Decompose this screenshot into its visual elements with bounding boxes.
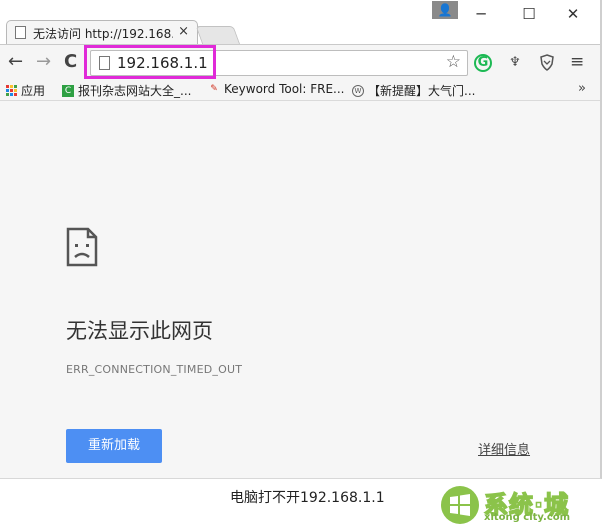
footer-caption-area: 电脑打不开192.168.1.1 系统·城 xitong city.com: [0, 479, 602, 531]
watermark-logo: 系统·城 xitong city.com: [440, 481, 600, 529]
caption-text: 电脑打不开192.168.1.1: [230, 490, 385, 506]
keyword-tool-icon: ✎: [210, 84, 218, 94]
bookmark-item[interactable]: W 【新提醒】大气门...: [352, 82, 475, 99]
tab-close-icon[interactable]: ×: [178, 24, 189, 39]
apps-grid-icon: [6, 85, 17, 96]
title-bar: 无法访问 http://192.168. × 👤 ─ ☐ ✕: [0, 0, 600, 45]
back-button[interactable]: ←: [8, 51, 23, 72]
watermark-url: xitong city.com: [484, 512, 571, 523]
error-code: ERR_CONNECTION_TIMED_OUT: [66, 363, 243, 376]
new-tab-button[interactable]: [195, 26, 241, 45]
maximize-button[interactable]: ☐: [514, 4, 544, 24]
wordpress-icon: W: [352, 84, 364, 97]
bookmark-label: Keyword Tool: FRE...: [224, 82, 345, 96]
bookmarks-bar: 应用 C 报刊杂志网站大全_... ✎ Keyword Tool: FRE...…: [0, 80, 600, 101]
bookmark-star-icon[interactable]: ☆: [446, 52, 461, 72]
bookmark-item[interactable]: C 报刊杂志网站大全_...: [62, 82, 191, 99]
menu-icon[interactable]: ≡: [570, 52, 584, 72]
details-link[interactable]: 详细信息: [478, 439, 530, 458]
extension-shield-icon[interactable]: [538, 54, 556, 72]
reload-icon[interactable]: C: [64, 51, 77, 72]
bookmark-apps[interactable]: 应用: [6, 82, 45, 99]
bookmark-item[interactable]: ✎ Keyword Tool: FRE...: [208, 82, 345, 96]
extension-feather-icon[interactable]: ♆: [506, 54, 524, 72]
close-button[interactable]: ✕: [558, 4, 588, 24]
extension-grammarly-icon[interactable]: G: [474, 54, 492, 72]
sad-page-icon: [66, 227, 98, 267]
watermark-windows-icon: [441, 486, 479, 524]
tab-title: 无法访问 http://192.168.: [33, 27, 173, 41]
page-icon: [15, 26, 26, 39]
error-page: 无法显示此网页 ERR_CONNECTION_TIMED_OUT 重新加载 详细…: [0, 101, 600, 478]
bookmarks-more-icon[interactable]: »: [578, 81, 586, 96]
forward-button[interactable]: →: [36, 51, 51, 72]
minimize-button[interactable]: ─: [466, 4, 496, 24]
bookmark-label: 应用: [21, 84, 46, 98]
error-title: 无法显示此网页: [66, 319, 213, 343]
bookmark-label: 【新提醒】大气门...: [368, 84, 476, 98]
reload-button[interactable]: 重新加载: [66, 429, 162, 463]
bookmark-label: 报刊杂志网站大全_...: [78, 84, 192, 98]
c-site-icon: C: [62, 84, 74, 97]
url-highlight-box: [84, 45, 216, 79]
tab-active[interactable]: 无法访问 http://192.168. ×: [6, 20, 198, 45]
profile-icon[interactable]: 👤: [432, 1, 458, 19]
